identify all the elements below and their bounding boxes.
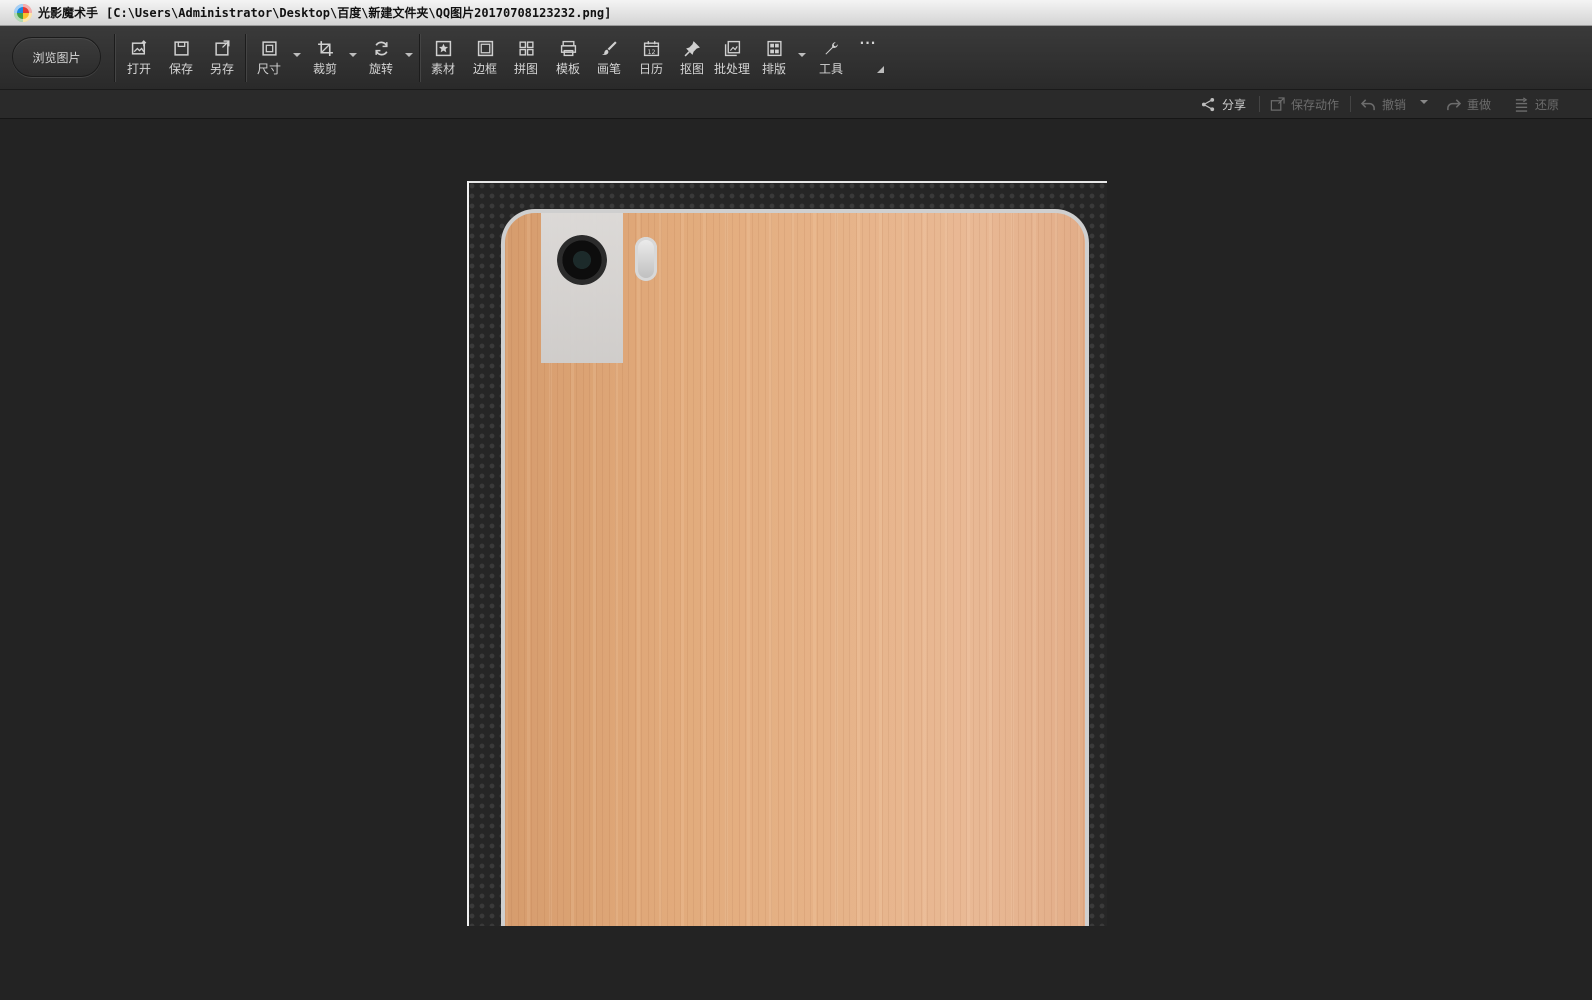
redo-icon	[1447, 98, 1461, 110]
save-action-icon	[1270, 96, 1285, 111]
restore-label: 还原	[1535, 97, 1560, 112]
save-as-label: 另存	[209, 62, 234, 76]
restore-button[interactable]: 还原	[1514, 94, 1559, 114]
share-icon	[1201, 97, 1215, 111]
rotate-icon	[374, 41, 388, 56]
brush-icon	[601, 41, 617, 55]
displayed-photo[interactable]	[467, 181, 1107, 926]
rotate-button[interactable]: 旋转	[368, 40, 394, 80]
toolbar-expand-corner-icon[interactable]	[877, 66, 884, 73]
title-bar: 光影魔术手 [C:\Users\Administrator\Desktop\百度…	[0, 0, 1592, 26]
camera-lens	[557, 235, 607, 285]
open-button[interactable]: 打开	[126, 40, 152, 80]
camera-flash	[635, 237, 657, 281]
brush-label: 画笔	[596, 62, 621, 76]
image-canvas[interactable]	[0, 119, 1592, 1000]
rotate-dropdown-arrow-icon[interactable]	[405, 53, 413, 57]
action-bar: 分享 保存动作 撤销 重做 还原	[0, 90, 1592, 119]
material-label: 素材	[430, 62, 455, 76]
main-toolbar: 浏览图片 打开 保存 另存 尺寸 裁剪 旋转 素材 边框 拼图 模板 画笔 12…	[0, 26, 1592, 90]
more-dots-icon: ···	[859, 36, 877, 50]
crop-button[interactable]: 裁剪	[312, 40, 338, 80]
redo-label: 重做	[1467, 97, 1492, 112]
browse-images-button[interactable]: 浏览图片	[12, 37, 101, 77]
save-as-icon	[214, 40, 230, 56]
collage-label: 拼图	[513, 62, 538, 76]
calendar-icon: 12	[643, 41, 659, 57]
template-label: 模板	[555, 62, 580, 76]
save-action-button[interactable]: 保存动作	[1270, 94, 1339, 114]
action-separator	[1350, 96, 1351, 112]
calendar-button[interactable]: 12 日历	[638, 40, 664, 80]
layout-label: 排版	[761, 62, 786, 76]
share-label: 分享	[1222, 97, 1247, 112]
crop-dropdown-arrow-icon[interactable]	[349, 53, 357, 57]
collage-icon	[518, 41, 534, 56]
undo-label: 撤销	[1382, 97, 1407, 112]
cutout-label: 抠图	[679, 62, 704, 76]
share-button[interactable]: 分享	[1201, 94, 1246, 114]
toolbar-separator	[245, 34, 246, 82]
app-logo-icon	[14, 3, 32, 22]
phone-frame	[501, 209, 1089, 926]
resize-button[interactable]: 尺寸	[256, 40, 282, 80]
app-name: 光影魔术手	[38, 6, 99, 20]
undo-icon	[1361, 98, 1375, 110]
save-button[interactable]: 保存	[168, 40, 194, 80]
batch-label: 批处理	[713, 62, 750, 76]
save-action-label: 保存动作	[1291, 97, 1340, 112]
batch-button[interactable]: 批处理	[713, 40, 751, 80]
toolbar-separator	[419, 34, 420, 82]
redo-button[interactable]: 重做	[1446, 94, 1491, 114]
material-icon	[435, 40, 451, 57]
photo-left-edge	[467, 181, 469, 926]
border-button[interactable]: 边框	[472, 40, 498, 80]
batch-icon	[724, 40, 740, 57]
open-image-icon	[131, 40, 146, 55]
border-icon	[477, 40, 493, 57]
calendar-day-text: 12	[647, 48, 655, 56]
save-as-button[interactable]: 另存	[209, 40, 235, 80]
save-label: 保存	[168, 62, 193, 76]
crop-icon	[317, 41, 333, 56]
layout-button[interactable]: 排版	[761, 40, 787, 80]
resize-label: 尺寸	[256, 62, 281, 76]
toolbar-separator	[114, 34, 115, 82]
cutout-icon	[684, 41, 700, 57]
tools-button[interactable]: 工具	[818, 40, 844, 80]
calendar-label: 日历	[638, 62, 663, 76]
cutout-button[interactable]: 抠图	[679, 40, 705, 80]
resize-dropdown-arrow-icon[interactable]	[293, 53, 301, 57]
brush-button[interactable]: 画笔	[596, 40, 622, 80]
template-icon	[560, 40, 576, 57]
photo-top-edge	[467, 181, 1107, 183]
tools-label: 工具	[818, 62, 843, 76]
open-label: 打开	[126, 62, 151, 76]
bamboo-phone-back	[505, 213, 1085, 926]
resize-icon	[261, 41, 277, 56]
action-separator	[1259, 96, 1260, 112]
template-button[interactable]: 模板	[555, 40, 581, 80]
layout-icon	[766, 40, 782, 57]
restore-icon	[1515, 96, 1528, 112]
material-button[interactable]: 素材	[430, 40, 456, 80]
save-icon	[173, 41, 189, 56]
undo-dropdown-arrow-icon[interactable]	[1420, 100, 1428, 104]
border-label: 边框	[472, 62, 497, 76]
layout-dropdown-arrow-icon[interactable]	[798, 53, 806, 57]
collage-button[interactable]: 拼图	[513, 40, 539, 80]
more-button[interactable]: ···	[858, 36, 878, 76]
wrench-icon	[824, 42, 838, 55]
file-path: [C:\Users\Administrator\Desktop\百度\新建文件夹…	[106, 6, 612, 20]
rotate-label: 旋转	[368, 62, 393, 76]
crop-label: 裁剪	[312, 62, 337, 76]
undo-button[interactable]: 撤销	[1361, 94, 1406, 114]
